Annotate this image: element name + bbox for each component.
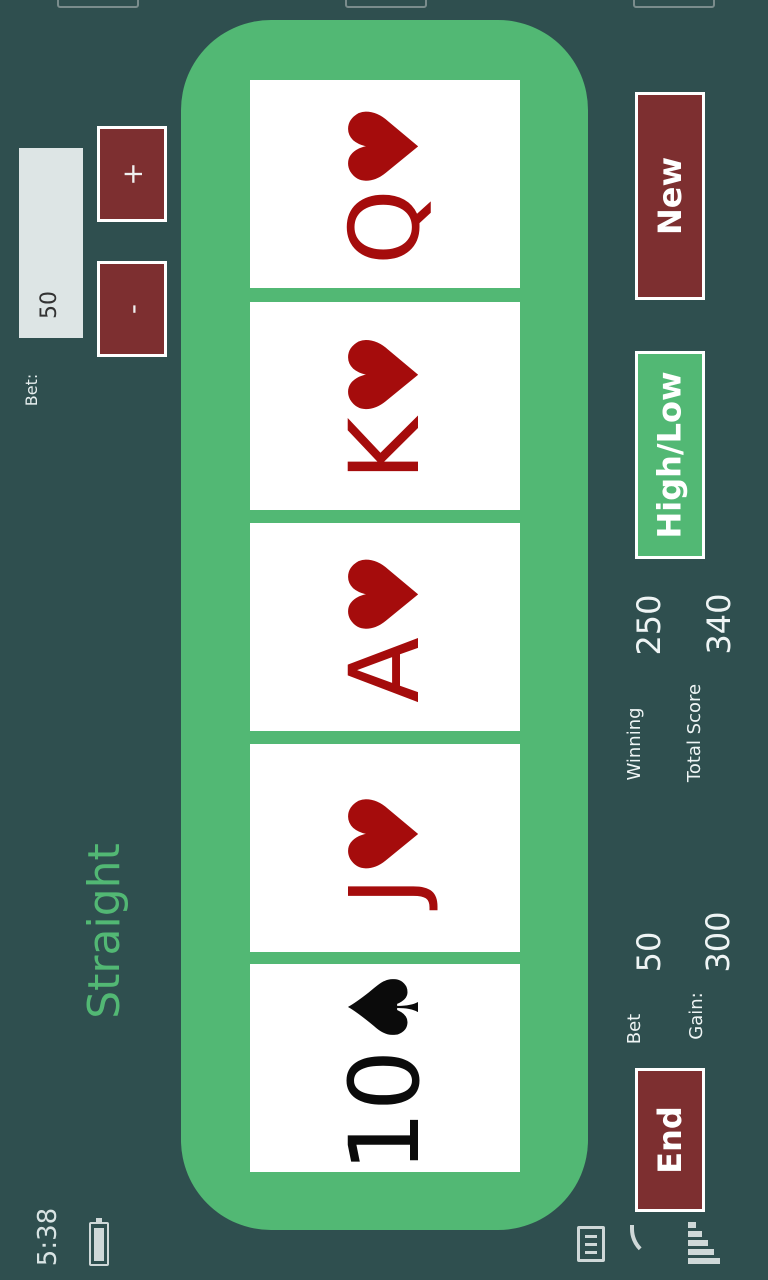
new-button-label: New: [651, 156, 690, 236]
hand-result-label: Straight: [79, 843, 130, 1019]
signal-strength-icon: [688, 1222, 720, 1268]
gain-label: Gain:: [686, 992, 707, 1040]
card-5[interactable]: 10 ♠: [250, 964, 520, 1172]
winning-value: 250: [630, 594, 668, 656]
end-button[interactable]: End: [635, 1068, 705, 1212]
new-button[interactable]: New: [635, 92, 705, 300]
minus-icon: -: [115, 303, 149, 315]
app-bar-button-2[interactable]: [345, 0, 427, 8]
total-score-value: 340: [700, 593, 738, 655]
end-button-label: End: [651, 1106, 690, 1174]
card-4[interactable]: J ♥: [250, 744, 520, 952]
card-5-face: 10 ♠: [329, 963, 441, 1173]
bet-score-value: 50: [630, 931, 668, 973]
winning-label: Winning: [624, 707, 645, 781]
high-low-button-label: High/Low: [651, 371, 689, 539]
bet-input-value: 50: [37, 291, 62, 319]
message-icon: [577, 1226, 605, 1262]
gain-value: 300: [699, 911, 737, 973]
high-low-button[interactable]: High/Low: [635, 351, 705, 559]
card-1[interactable]: Q ♥: [250, 80, 520, 288]
status-clock: 5:38: [33, 1207, 63, 1267]
wifi-icon: [630, 1225, 664, 1259]
decrease-bet-button[interactable]: -: [97, 261, 167, 357]
card-2[interactable]: K ♥: [250, 302, 520, 510]
app-bar-button-3[interactable]: [633, 0, 715, 8]
app-bar-button-1[interactable]: [57, 0, 139, 8]
bet-score-label: Bet: [624, 1013, 645, 1045]
card-3[interactable]: A ♥: [250, 523, 520, 731]
battery-icon: [89, 1218, 109, 1266]
bet-label: Bet:: [22, 373, 41, 407]
plus-icon: +: [115, 162, 149, 186]
increase-bet-button[interactable]: +: [97, 126, 167, 222]
total-score-label: Total Score: [684, 683, 705, 783]
